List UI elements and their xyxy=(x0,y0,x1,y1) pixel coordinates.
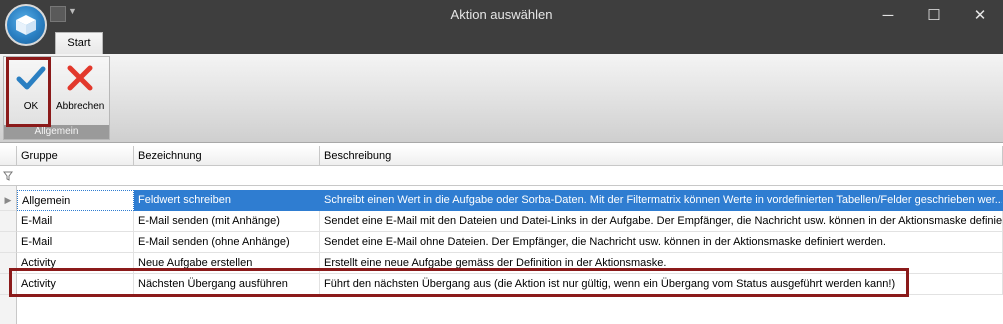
cancel-button[interactable]: Abbrechen xyxy=(56,59,104,123)
row-indicator xyxy=(0,211,17,232)
ok-button-highlight xyxy=(6,57,51,127)
table-cell-gruppe[interactable]: Allgemein xyxy=(17,190,134,211)
ribbon-group-label: Allgemein xyxy=(4,125,109,139)
table-cell-bezeichnung[interactable]: E-Mail senden (ohne Anhänge) xyxy=(134,232,320,253)
row-indicator xyxy=(0,232,17,253)
table-cell-beschreibung[interactable]: Sendet eine E-Mail ohne Dateien. Der Emp… xyxy=(320,232,1003,253)
ribbon: OK Abbrechen Allgemein xyxy=(0,54,1003,143)
column-header-beschreibung[interactable]: Beschreibung xyxy=(320,146,1003,166)
app-logo-icon[interactable] xyxy=(5,4,47,46)
tab-start[interactable]: Start xyxy=(55,32,103,54)
row-indicator-arrow-icon: ▶ xyxy=(0,190,17,211)
actions-grid: Gruppe Bezeichnung Beschreibung ▶ Allgem… xyxy=(0,146,1003,324)
column-header-gruppe[interactable]: Gruppe xyxy=(17,146,134,166)
table-cell-bezeichnung[interactable]: Feldwert schreiben xyxy=(134,190,320,211)
row-highlight xyxy=(9,268,909,297)
table-cell-gruppe[interactable]: E-Mail xyxy=(17,232,134,253)
filter-row[interactable] xyxy=(0,166,1003,186)
window-title: Aktion auswählen xyxy=(450,7,553,22)
table-cell-beschreibung[interactable]: Schreibt einen Wert in die Aufgabe oder … xyxy=(320,190,1003,211)
minimize-button[interactable]: ─ xyxy=(865,0,911,30)
ribbon-tab-strip: Start xyxy=(0,30,1003,54)
title-bar: ▼ Aktion auswählen ─ ☐ ✕ xyxy=(0,0,1003,30)
cancel-label: Abbrechen xyxy=(56,101,105,112)
column-header-bezeichnung[interactable]: Bezeichnung xyxy=(134,146,320,166)
maximize-button[interactable]: ☐ xyxy=(911,0,957,30)
close-button[interactable]: ✕ xyxy=(957,0,1003,30)
filter-icon xyxy=(3,171,13,181)
table-cell-gruppe[interactable]: E-Mail xyxy=(17,211,134,232)
cross-icon xyxy=(67,65,93,91)
header-indicator-cell xyxy=(0,146,17,166)
table-cell-beschreibung[interactable]: Sendet eine E-Mail mit den Dateien und D… xyxy=(320,211,1003,232)
table-cell-bezeichnung[interactable]: E-Mail senden (mit Anhänge) xyxy=(134,211,320,232)
